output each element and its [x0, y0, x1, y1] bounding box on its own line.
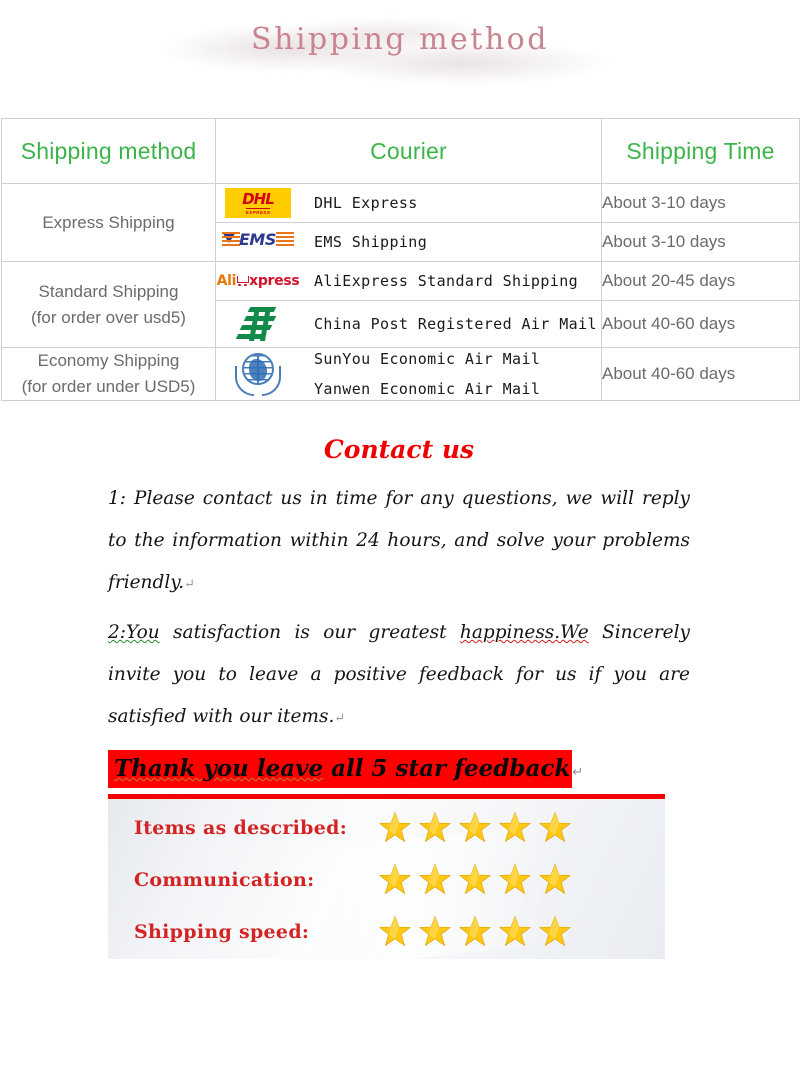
table-row: Express Shipping DHL EXPRESS DHL Express …: [1, 183, 800, 262]
shipping-method-table: Shipping method Courier Shipping Time Ex…: [1, 118, 800, 401]
star-icon: [499, 916, 531, 946]
method-note: (for order under USD5): [21, 377, 196, 396]
column-header-shipping-time: Shipping Time: [601, 118, 800, 184]
table-header-row: Shipping method Courier Shipping Time: [1, 118, 800, 184]
courier-cell-dhl: DHL EXPRESS DHL Express: [215, 183, 602, 223]
method-label: Standard Shipping: [38, 281, 179, 301]
rating-stars: [378, 863, 572, 897]
courier-cell-aliexpress: Ali xpress AliExpress Standard Shipping: [215, 261, 602, 301]
star-icon: [539, 916, 571, 946]
contact-paragraph-2-part-c: happiness.We: [459, 622, 589, 643]
courier-cell-china-post: China Post Registered Air Mail: [215, 300, 602, 348]
rating-stars: [378, 811, 572, 845]
page-title: Shipping method: [251, 22, 549, 57]
star-icon: [379, 916, 411, 946]
courier-name: DHL Express: [314, 194, 418, 212]
method-label: Economy Shipping: [37, 351, 180, 370]
china-post-logo: [216, 301, 300, 347]
rating-panel: Items as described: Communication: Shipp…: [108, 794, 665, 959]
shipping-method-economy: Economy Shipping (for order under USD5): [1, 347, 216, 401]
page-header: Shipping method: [0, 0, 800, 118]
star-icon: [379, 864, 411, 894]
star-icon: [539, 812, 571, 842]
pilcrow-icon: ↵: [334, 711, 346, 726]
star-icon: [419, 864, 451, 894]
rating-row-shipping-speed: Shipping speed:: [108, 909, 665, 955]
courier-row: EMS EMS Shipping: [216, 223, 601, 261]
shipping-time-value: About 20-45 days: [601, 261, 800, 301]
star-icon: [419, 812, 451, 842]
un-globe-logo: [216, 350, 300, 398]
rating-row-communication: Communication:: [108, 857, 665, 903]
feedback-banner-wrap: Thank you leave all 5 star feedback ↵: [0, 750, 800, 788]
table-row: Standard Shipping (for order over usd5) …: [1, 261, 800, 348]
contact-paragraph-2-part-b: satisfaction is our greatest: [159, 622, 460, 643]
courier-row: Ali xpress AliExpress Standard Shipping: [216, 262, 601, 300]
courier-name: China Post Registered Air Mail: [314, 315, 597, 333]
method-label: Express Shipping: [42, 212, 175, 232]
star-icon: [459, 916, 491, 946]
table-row: Economy Shipping (for order under USD5) …: [1, 347, 800, 401]
column-header-shipping-method: Shipping method: [1, 118, 216, 184]
courier-name: SunYou Economic Air Mail: [314, 350, 541, 368]
contact-paragraph-1: 1: Please contact us in time for any que…: [108, 478, 690, 606]
star-icon: [459, 864, 491, 894]
courier-name: Yanwen Economic Air Mail: [314, 380, 541, 398]
ems-logo: EMS: [216, 228, 300, 256]
rating-stars: [378, 915, 572, 949]
aliexpress-logo: Ali xpress: [216, 273, 300, 289]
feedback-banner: Thank you leave all 5 star feedback: [108, 750, 573, 788]
shipping-method-standard: Standard Shipping (for order over usd5): [1, 261, 216, 348]
shipping-time-value: About 40-60 days: [601, 300, 800, 348]
star-icon: [459, 812, 491, 842]
shipping-time-value: About 3-10 days: [601, 222, 800, 262]
contact-heading: Contact us: [323, 435, 475, 464]
dhl-logo: DHL EXPRESS: [216, 188, 300, 218]
rating-label: Communication:: [134, 869, 315, 891]
shipping-time-value: About 40-60 days: [601, 347, 800, 401]
contact-paragraph-2-part-a: 2:You: [108, 622, 160, 643]
star-icon: [539, 864, 571, 894]
shipping-method-express: Express Shipping: [1, 183, 216, 262]
star-icon: [379, 812, 411, 842]
method-note: (for order over usd5): [31, 307, 186, 327]
courier-row: China Post Registered Air Mail: [216, 301, 601, 347]
courier-cell-ems: EMS EMS Shipping: [215, 222, 602, 262]
contact-paragraph-1-text: 1: Please contact us in time for any que…: [108, 488, 690, 593]
contact-paragraph-2: 2:You satisfaction is our greatest happi…: [108, 612, 690, 740]
courier-row: DHL EXPRESS DHL Express: [216, 184, 601, 222]
courier-cell-economy: SunYou Economic Air Mail Yanwen Economic…: [215, 347, 602, 401]
courier-name: AliExpress Standard Shipping: [314, 272, 579, 290]
column-header-courier: Courier: [215, 118, 602, 184]
shipping-time-value: About 3-10 days: [601, 183, 800, 223]
star-icon: [499, 864, 531, 894]
rating-label: Items as described:: [134, 817, 348, 839]
feedback-banner-text-b: all 5 star feedback: [323, 755, 571, 782]
pilcrow-icon: ↵: [572, 764, 584, 779]
rating-label: Shipping speed:: [134, 921, 310, 943]
contact-section: Contact us 1: Please contact us in time …: [0, 435, 800, 740]
courier-name: EMS Shipping: [314, 233, 428, 251]
star-icon: [419, 916, 451, 946]
feedback-banner-text-a: Thank you leave: [114, 755, 324, 782]
rating-row-items-as-described: Items as described:: [108, 805, 665, 851]
star-icon: [499, 812, 531, 842]
pilcrow-icon: ↵: [184, 577, 196, 592]
